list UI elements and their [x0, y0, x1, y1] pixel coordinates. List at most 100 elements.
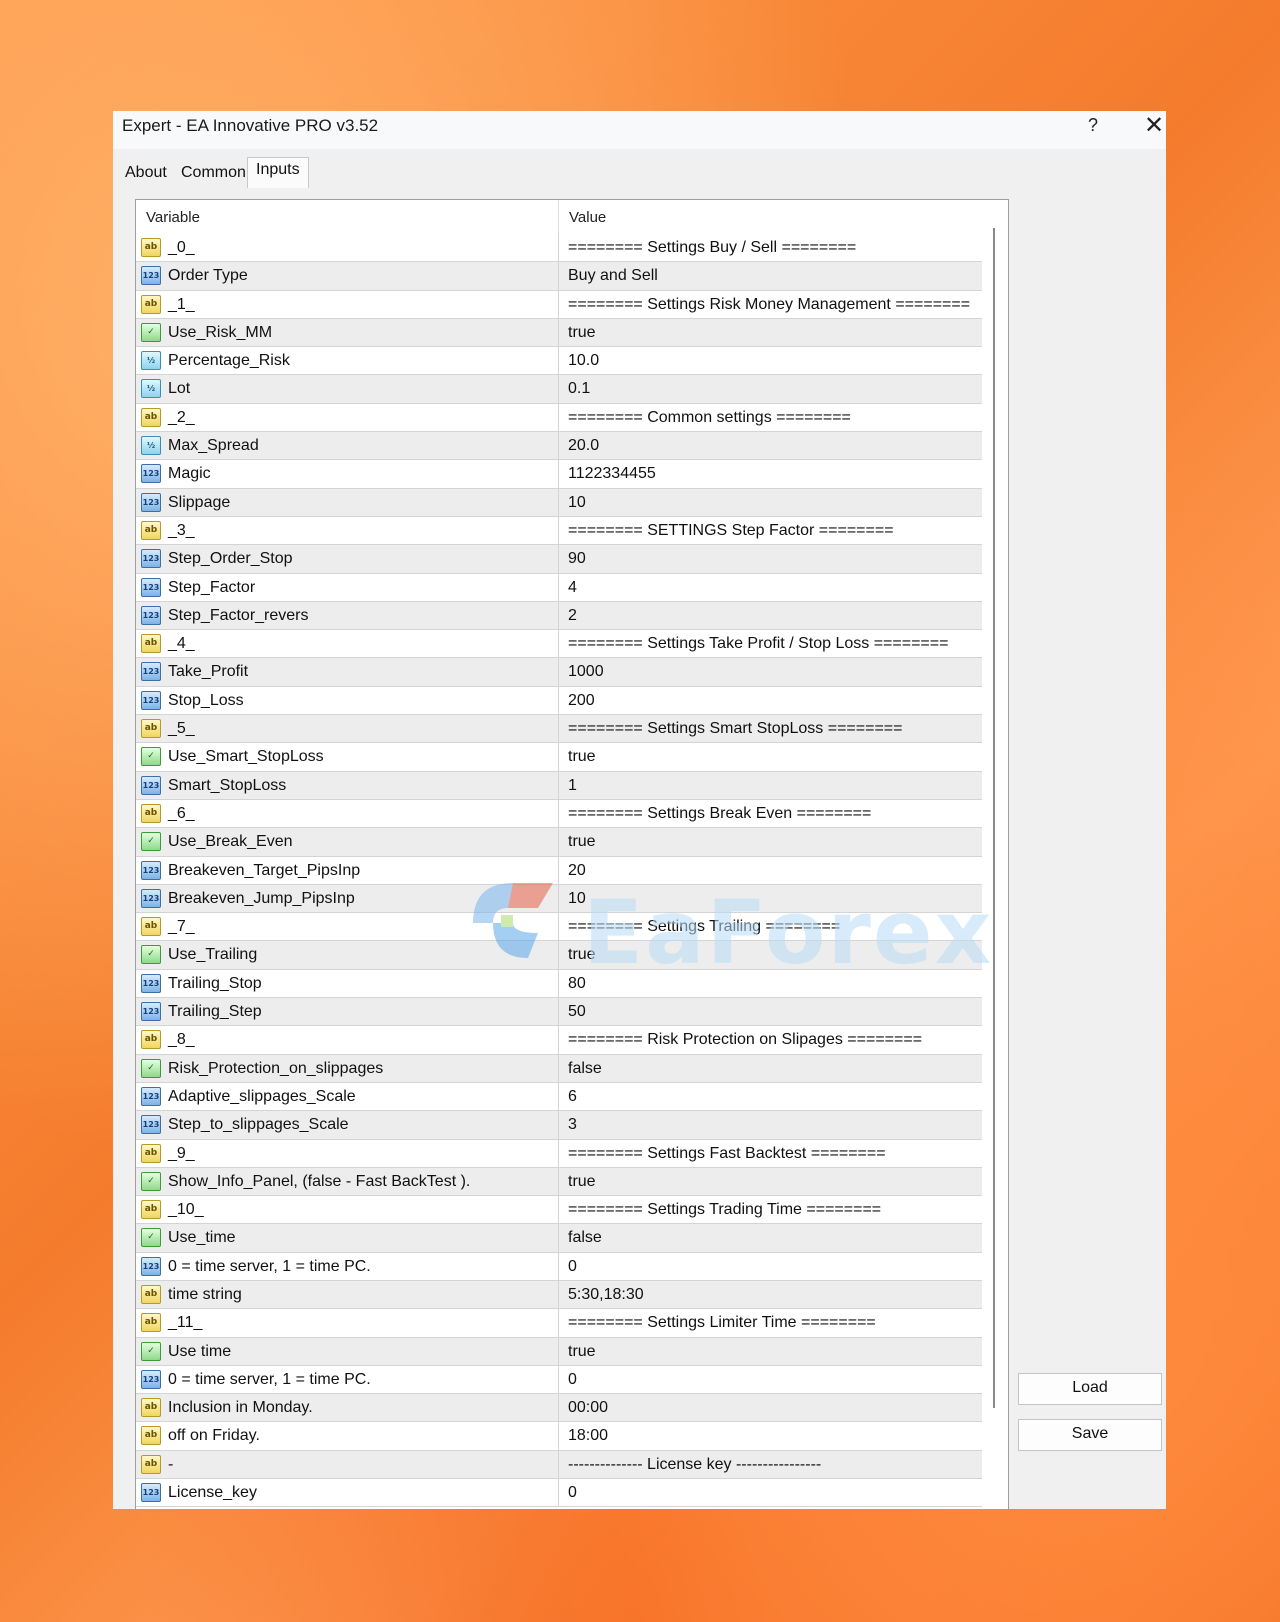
- table-row[interactable]: 123 Step_Factor 4: [136, 573, 982, 602]
- table-row[interactable]: ab _3_ ======== SETTINGS Step Factor =====…: [136, 516, 982, 546]
- table-row[interactable]: ½ Lot 0.1: [136, 375, 982, 404]
- table-row[interactable]: 123 Slippage 10: [136, 488, 982, 517]
- variable-value[interactable]: 200: [568, 692, 595, 710]
- table-row[interactable]: ab _4_ ======== Settings Take Profit / Sto…: [136, 630, 982, 659]
- table-row[interactable]: 123 Step_to_slippages_Scale 3: [136, 1111, 982, 1140]
- table-row[interactable]: 123 Magic 1122334455: [136, 460, 982, 489]
- variable-value[interactable]: ======== Settings Limiter Time ========: [568, 1314, 876, 1332]
- table-row[interactable]: 123 Order Type Buy and Sell: [136, 262, 982, 291]
- variable-value[interactable]: ======== SETTINGS Step Factor ========: [568, 522, 894, 540]
- table-row[interactable]: ✓ Risk_Protection_on_slippages false: [136, 1054, 982, 1083]
- table-row[interactable]: ab _10_ ======== Settings Trading Time ===…: [136, 1196, 982, 1225]
- vertical-scrollbar[interactable]: [993, 228, 995, 1408]
- variable-value[interactable]: true: [568, 1343, 596, 1361]
- table-row[interactable]: ab - -------------- License key ----------…: [136, 1450, 982, 1480]
- table-row[interactable]: 123 Adaptive_slippages_Scale 6: [136, 1082, 982, 1112]
- variable-value[interactable]: true: [568, 833, 596, 851]
- table-row[interactable]: 123 Stop_Loss 200: [136, 686, 982, 716]
- variable-value[interactable]: 10: [568, 494, 586, 512]
- variable-value[interactable]: ======== Settings Trailing ========: [568, 918, 840, 936]
- table-row[interactable]: ab _5_ ======== Settings Smart StopLoss ==…: [136, 715, 982, 744]
- table-row[interactable]: ab _2_ ======== Common settings ========: [136, 403, 982, 433]
- variable-value[interactable]: 3: [568, 1116, 577, 1134]
- column-divider[interactable]: [558, 200, 559, 234]
- variable-value[interactable]: true: [568, 748, 596, 766]
- variable-value[interactable]: 00:00: [568, 1399, 608, 1417]
- table-row[interactable]: ab _8_ ======== Risk Protection on Slipage…: [136, 1026, 982, 1055]
- table-row[interactable]: ab off on Friday. 18:00: [136, 1422, 982, 1451]
- table-row[interactable]: 123 Take_Profit 1000: [136, 658, 982, 687]
- table-row[interactable]: 123 Breakeven_Jump_PipsInp 10: [136, 884, 982, 914]
- variable-value[interactable]: ======== Settings Trading Time ========: [568, 1201, 881, 1219]
- table-row[interactable]: ✓ Show_Info_Panel, (false - Fast BackTest…: [136, 1167, 982, 1197]
- variable-value[interactable]: ======== Settings Buy / Sell ========: [568, 239, 856, 257]
- table-row[interactable]: ab _6_ ======== Settings Break Even ======…: [136, 799, 982, 829]
- table-row[interactable]: 123 Smart_StopLoss 1: [136, 771, 982, 800]
- variable-value[interactable]: 50: [568, 1003, 586, 1021]
- variable-value[interactable]: 1000: [568, 663, 604, 681]
- variable-value[interactable]: true: [568, 946, 596, 964]
- variable-value[interactable]: ======== Settings Fast Backtest ========: [568, 1145, 886, 1163]
- table-row[interactable]: 123 0 = time server, 1 = time PC. 0: [136, 1252, 982, 1281]
- variable-value[interactable]: 20.0: [568, 437, 599, 455]
- table-row[interactable]: ab _11_ ======== Settings Limiter Time ===…: [136, 1309, 982, 1338]
- variable-value[interactable]: 4: [568, 579, 577, 597]
- tab-inputs[interactable]: Inputs: [247, 157, 309, 188]
- variable-value[interactable]: Buy and Sell: [568, 267, 658, 285]
- table-row[interactable]: 123 Trailing_Step 50: [136, 998, 982, 1027]
- variable-value[interactable]: 20: [568, 862, 586, 880]
- table-row[interactable]: 123 Step_Order_Stop 90: [136, 545, 982, 574]
- table-row[interactable]: ab _7_ ======== Settings Trailing ========: [136, 913, 982, 942]
- column-header-variable[interactable]: Variable: [146, 209, 200, 226]
- table-row[interactable]: ab _0_ ======== Settings Buy / Sell ======…: [136, 234, 982, 263]
- table-row[interactable]: ✓ Use_time false: [136, 1224, 982, 1253]
- variable-value[interactable]: false: [568, 1229, 602, 1247]
- variable-value[interactable]: 18:00: [568, 1427, 608, 1445]
- table-row[interactable]: ½ Percentage_Risk 10.0: [136, 347, 982, 376]
- load-button[interactable]: Load: [1018, 1373, 1162, 1405]
- table-row[interactable]: ab time string 5:30,18:30: [136, 1280, 982, 1310]
- table-row[interactable]: 123 0 = time server, 1 = time PC. 0: [136, 1365, 982, 1395]
- table-row[interactable]: ✓ Use_Trailing true: [136, 941, 982, 970]
- variable-value[interactable]: ======== Common settings ========: [568, 409, 851, 427]
- variable-value[interactable]: 1122334455: [568, 465, 656, 483]
- table-row[interactable]: ✓ Use_Smart_StopLoss true: [136, 743, 982, 772]
- table-row[interactable]: 123 Breakeven_Target_PipsInp 20: [136, 856, 982, 885]
- table-row[interactable]: 123 License_key 0: [136, 1479, 982, 1508]
- variable-value[interactable]: 80: [568, 975, 586, 993]
- variable-value[interactable]: ======== Settings Smart StopLoss =======…: [568, 720, 902, 738]
- variable-value[interactable]: ======== Settings Break Even ========: [568, 805, 871, 823]
- variable-value[interactable]: ======== Settings Risk Money Management …: [568, 296, 970, 314]
- table-row[interactable]: ✓ Use time true: [136, 1337, 982, 1366]
- variable-value[interactable]: ======== Risk Protection on Slipages ===…: [568, 1031, 922, 1049]
- variable-value[interactable]: 2: [568, 607, 577, 625]
- table-row[interactable]: ✓ Use_Risk_MM true: [136, 318, 982, 348]
- variable-value[interactable]: 10.0: [568, 352, 599, 370]
- table-row[interactable]: 123 Trailing_Stop 80: [136, 969, 982, 999]
- variable-value[interactable]: 1: [568, 777, 577, 795]
- variable-value[interactable]: 6: [568, 1088, 577, 1106]
- variable-value[interactable]: true: [568, 1173, 596, 1191]
- close-icon[interactable]: ✕: [1142, 112, 1166, 140]
- table-row[interactable]: ✓ Use_Break_Even true: [136, 828, 982, 857]
- tab-common[interactable]: Common: [173, 161, 254, 187]
- table-row[interactable]: ab _9_ ======== Settings Fast Backtest ===…: [136, 1139, 982, 1168]
- save-button[interactable]: Save: [1018, 1419, 1162, 1451]
- table-row[interactable]: ab Inclusion in Monday. 00:00: [136, 1394, 982, 1423]
- variable-value[interactable]: 0: [568, 1371, 577, 1389]
- variable-value[interactable]: -------------- License key -------------…: [568, 1456, 821, 1474]
- variable-value[interactable]: ======== Settings Take Profit / Stop Los…: [568, 635, 948, 653]
- variable-value[interactable]: 10: [568, 890, 586, 908]
- variable-value[interactable]: 0.1: [568, 380, 590, 398]
- variable-value[interactable]: 0: [568, 1258, 577, 1276]
- column-header-value[interactable]: Value: [569, 209, 606, 226]
- help-icon[interactable]: ?: [1081, 115, 1105, 141]
- table-row[interactable]: 123 Step_Factor_revers 2: [136, 601, 982, 631]
- variable-value[interactable]: 5:30,18:30: [568, 1286, 644, 1304]
- variable-value[interactable]: 0: [568, 1484, 577, 1502]
- variable-value[interactable]: false: [568, 1060, 602, 1078]
- variable-value[interactable]: true: [568, 324, 596, 342]
- variable-value[interactable]: 90: [568, 550, 586, 568]
- tab-about[interactable]: About: [117, 161, 175, 187]
- table-row[interactable]: ½ Max_Spread 20.0: [136, 432, 982, 461]
